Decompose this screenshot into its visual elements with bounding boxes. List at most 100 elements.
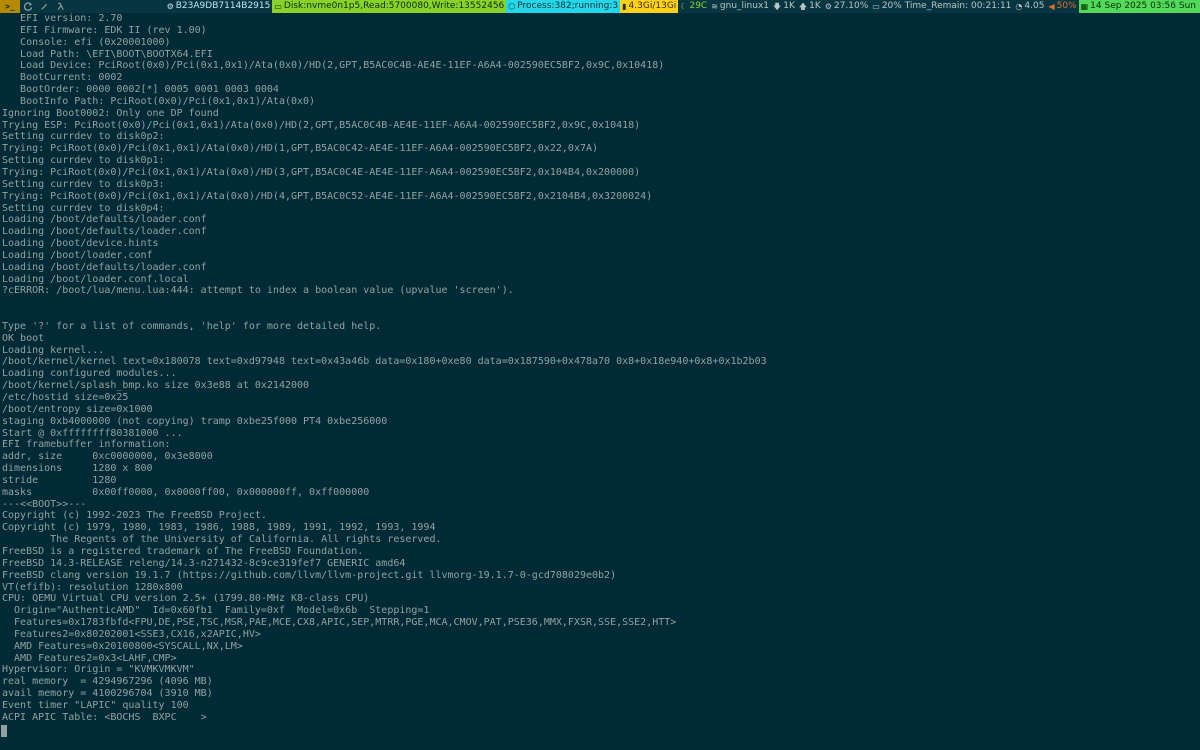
console-line: /boot/kernel/kernel text=0x180078 text=0… [2,356,767,368]
host-indicator[interactable]: ⚙ B23A9DB7114B2915 [165,0,273,13]
console-line: ---<<BOOT>>--- [2,498,87,510]
battery-label: 20% Time_Remain: 00:21:11 [881,1,1012,11]
temperature-label: 29C [689,1,708,11]
load-icon: ◔ [1015,2,1023,11]
console-line: Loading /boot/device.hints [2,238,159,250]
console-line: Trying: PciRoot(0x0)/Pci(0x1,0x1)/Ata(0x… [2,143,599,155]
datetime-label: 14 Sep 2025 03:56 Sun [1090,1,1196,11]
console-line: AMD Features=0x20100800<SYSCALL,NX,LM> [2,640,243,652]
host-label: B23A9DB7114B2915 [175,1,271,11]
load-indicator[interactable]: ◔ 4.05 [1013,0,1046,13]
load-label: 4.05 [1024,1,1045,11]
temperature-indicator[interactable]: ☾ 29C [678,0,709,13]
disk-label: Disk:nvme0n1p5,Read:5700080,Write:135524… [283,1,505,11]
console-line: Trying: PciRoot(0x0)/Pci(0x1,0x1)/Ata(0x… [2,166,641,178]
speaker-icon: ◀ [1048,2,1055,11]
cog-icon: ⚙ [166,2,174,11]
console-line: Features2=0x80202001<SSE3,CX16,x2APIC,HV… [2,628,261,640]
console-line: BootCurrent: 0002 [2,72,123,84]
console-line: /boot/entropy size=0x1000 [2,403,153,415]
console-line: dimensions 1280 x 800 [2,463,153,475]
console-line: Origin="AuthenticAMD" Id=0x60fb1 Family=… [2,605,430,617]
console-line: Loading kernel... [2,344,105,356]
console-line: /etc/hostid size=0x25 [2,392,129,403]
volume-indicator[interactable]: ◀ 50% [1046,0,1078,13]
console-line: Setting currdev to disk0p1: [2,155,165,167]
wifi-icon: ≋ [711,2,718,11]
memory-indicator[interactable]: ▮ 4.3Gi/13Gi [620,0,679,13]
console-line: Event timer "LAPIC" quality 100 [2,699,189,711]
console-line: Loading configured modules... [2,368,177,380]
console-line: Loading /boot/defaults/loader.conf [2,214,207,226]
status-bar: >_ ⚙ B23A9DB7114B2915 ▭ Disk:nvme0n1p5,R… [0,0,1200,13]
console-line: FreeBSD 14.3-RELEASE releng/14.3-n271432… [2,557,406,569]
console-line: addr, size 0xc0000000, 0x3e8000 [2,451,213,463]
console-line: Loading /boot/loader.conf [2,249,153,261]
datetime-indicator[interactable]: ▦ 14 Sep 2025 03:56 Sun [1078,0,1200,13]
process-icon: ⬡ [508,2,516,11]
console-line: masks 0x00ff0000, 0x0000ff00, 0x000000ff… [2,486,370,498]
console-line: Console: efi (0x20001000) [2,36,171,48]
console-line: ?cERROR: /boot/lua/menu.lua:444: attempt… [2,285,514,297]
arrow-down-icon: 🡇 [773,2,782,11]
console-line: EFI Firmware: EDK II (rev 1.00) [2,24,207,36]
download-indicator[interactable]: 🡇 1K [771,0,797,13]
download-label: 1K [783,1,795,11]
console-line: BootOrder: 0000 0002[*] 0005 0001 0003 0… [2,84,279,96]
console-line: Hypervisor: Origin = "KVMKVMKVM" [2,664,195,676]
console-line: VT(efifb): resolution 1280x800 [2,581,183,593]
console-line: /boot/kernel/splash_bmp.ko size 0x3e88 a… [2,380,310,392]
console-line: Setting currdev to disk0p3: [2,178,165,190]
disk-indicator[interactable]: ▭ Disk:nvme0n1p5,Read:5700080,Write:1355… [272,0,507,13]
memory-label: 4.3Gi/13Gi [628,1,677,11]
console-line: The Regents of the University of Califor… [2,534,442,546]
status-bar-left: >_ [0,0,68,13]
console-line: Trying ESP: PciRoot(0x0)/Pci(0x1,0x1)/At… [2,119,641,131]
upload-indicator[interactable]: 🡅 1K [797,0,823,13]
console-line: stride 1280 [2,474,117,486]
console-line: real memory = 4294967296 (4096 MB) [2,676,213,688]
console-line: staging 0xb4000000 (not copying) tramp 0… [2,415,388,427]
status-bar-right: ⚙ B23A9DB7114B2915 ▭ Disk:nvme0n1p5,Read… [165,0,1200,13]
console-line: FreeBSD clang version 19.1.7 (https://gi… [2,569,617,581]
console-line: Load Path: \EFI\BOOT\BOOTX64.EFI [2,48,213,60]
console-line: CPU: QEMU Virtual CPU version 2.5+ (1799… [2,593,370,605]
network-label: gnu_linux1 [719,1,770,11]
text-cursor [1,725,7,737]
moon-icon: ☾ [680,2,688,11]
battery-icon: ▭ [872,2,880,11]
console-line: Copyright (c) 1992-2023 The FreeBSD Proj… [2,510,267,522]
console-line: AMD Features2=0x3<LAHF,CMP> [2,652,177,664]
console-line: Loading /boot/defaults/loader.conf [2,261,207,273]
edit-icon[interactable] [36,0,52,13]
console-line: BootInfo Path: PciRoot(0x0)/Pci(0x1,0x1)… [2,95,316,107]
terminal-button[interactable]: >_ [0,0,20,13]
console-line: Setting currdev to disk0p2: [2,131,165,143]
console-line: Type '?' for a list of commands, 'help' … [2,320,382,332]
console-line: EFI framebuffer information: [2,439,171,451]
console-line: Trying: PciRoot(0x0)/Pci(0x1,0x1)/Ata(0x… [2,190,653,202]
console-line: Loading /boot/loader.conf.local [2,273,189,285]
console-line: Start @ 0xffffffff80381000 ... [2,427,183,439]
console-line: FreeBSD is a registered trademark of The… [2,545,364,557]
console-line: ACPI APIC Table: <BOCHS BXPC > [2,711,207,723]
process-indicator[interactable]: ⬡ Process:382;running:3 [506,0,621,13]
battery-indicator[interactable]: ▭ 20% Time_Remain: 00:21:11 [870,0,1013,13]
console-line: Ignoring Boot0002: Only one DP found [2,107,219,119]
upload-label: 1K [809,1,821,11]
refresh-icon[interactable] [20,0,36,13]
calendar-icon: ▦ [1080,2,1089,11]
process-label: Process:382;running:3 [517,1,619,11]
console-line: Features=0x1783fbfd<FPU,DE,PSE,TSC,MSR,P… [2,617,677,629]
lambda-icon[interactable] [52,0,68,13]
network-indicator[interactable]: ≋ gnu_linux1 [709,0,771,13]
console-line: EFI version: 2.70 [2,13,123,24]
memory-chart-icon: ▮ [622,2,627,11]
cpu-indicator[interactable]: ⚙ 27.10% [823,0,871,13]
cpu-label: 27.10% [833,1,869,11]
console-line: Setting currdev to disk0p4: [2,202,165,214]
console-line: Copyright (c) 1979, 1980, 1983, 1986, 19… [2,522,436,534]
terminal-output[interactable]: EFI version: 2.70 EFI Firmware: EDK II (… [2,13,1198,743]
